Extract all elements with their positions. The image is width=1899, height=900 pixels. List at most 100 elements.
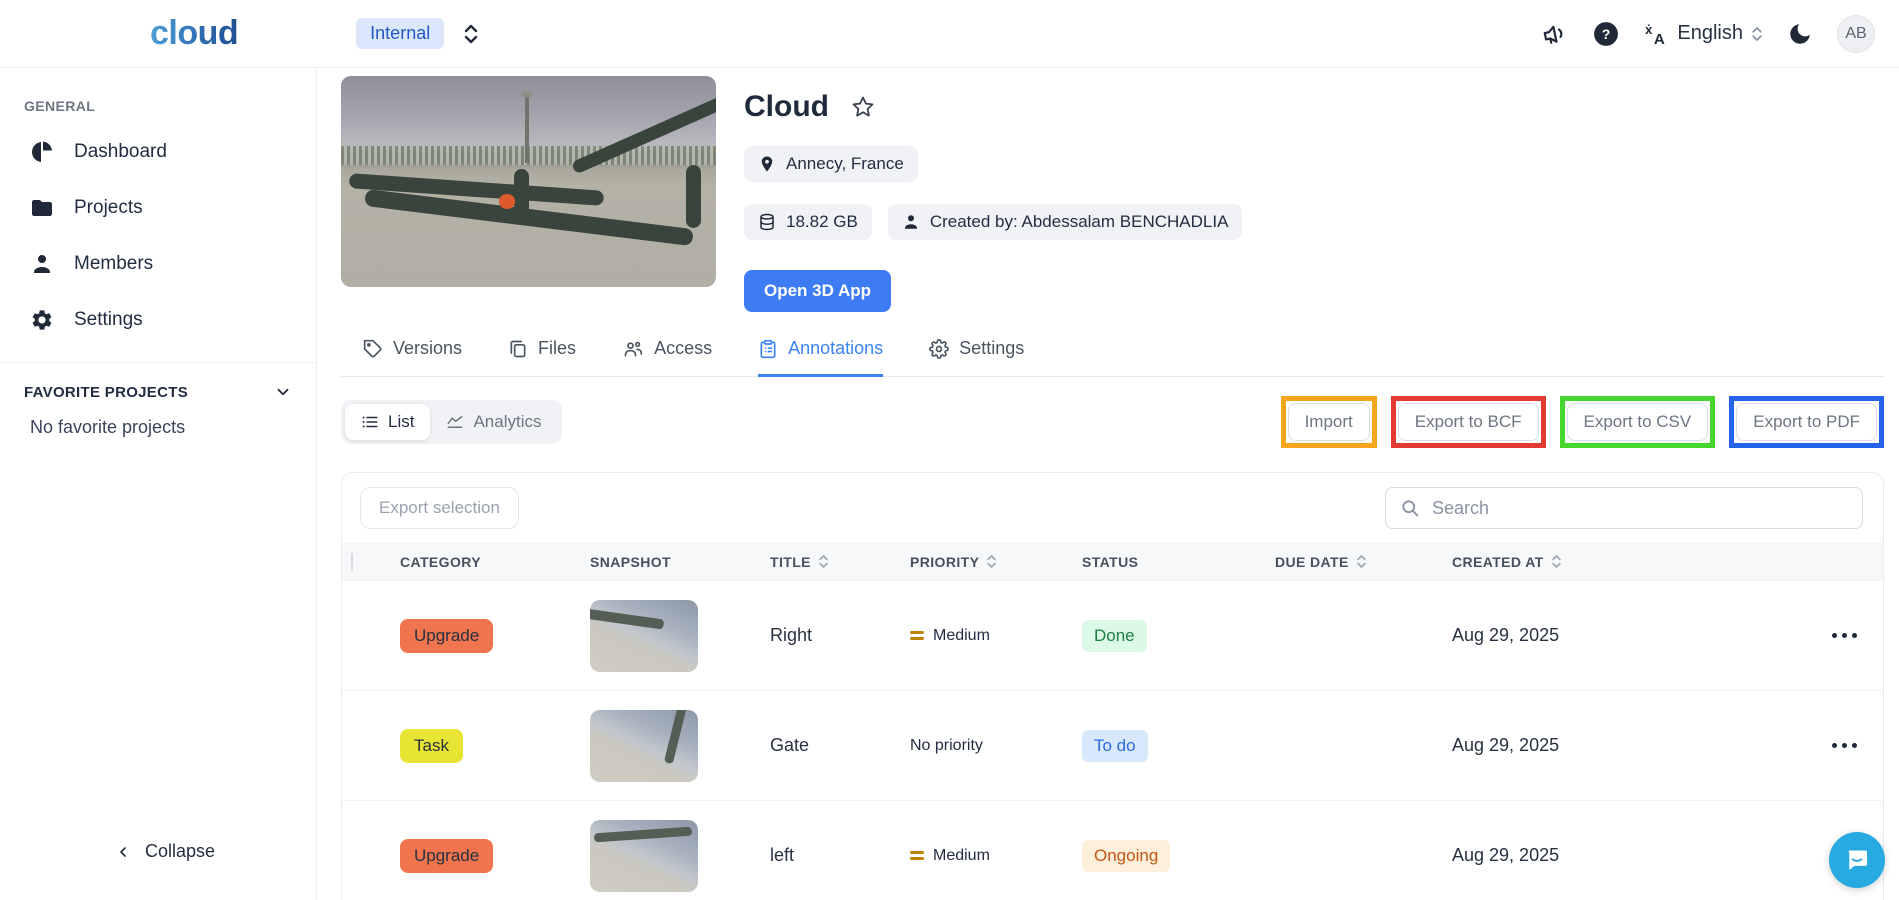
clipboard-icon [760, 339, 776, 358]
column-header-created-at[interactable]: CREATED AT [1452, 554, 1803, 570]
priority-medium-icon [910, 851, 924, 860]
sidebar-item-members[interactable]: Members [0, 236, 316, 292]
workspace-badge[interactable]: Internal [356, 18, 445, 49]
row-menu-button[interactable] [1803, 743, 1883, 748]
translate-icon: ẋA [1643, 21, 1669, 47]
table-header-row: CATEGORY SNAPSHOT TITLE PRIORITY STATUS … [342, 543, 1883, 580]
sidebar-item-dashboard[interactable]: Dashboard [0, 124, 316, 180]
tab-label: Access [654, 338, 713, 358]
table-row[interactable]: Task Gate No priority To do Aug 29, 2025 [342, 690, 1883, 800]
view-toggle-list[interactable]: List [345, 404, 431, 440]
created-by-chip: Created by: Abdessalam BENCHADLIA [887, 204, 1243, 240]
list-icon [362, 416, 378, 428]
sidebar-section-general: GENERAL [24, 98, 96, 114]
sidebar-item-settings[interactable]: Settings [0, 292, 316, 348]
svg-text:A: A [1654, 30, 1665, 46]
language-label: English [1677, 22, 1743, 44]
tab-annotations[interactable]: Annotations [758, 338, 884, 377]
app-logo: cloud [150, 14, 239, 52]
chevron-updown-icon [1752, 26, 1762, 41]
person-icon [904, 215, 917, 229]
folder-icon [32, 200, 52, 216]
table-row[interactable]: Upgrade Right Medium Done Aug 29, 2025 [342, 580, 1883, 690]
priority-cell: No priority [910, 737, 1082, 755]
favorite-projects-empty: No favorite projects [30, 417, 186, 437]
column-header-snapshot[interactable]: SNAPSHOT [590, 554, 770, 570]
people-icon [624, 341, 643, 356]
snapshot-thumbnail[interactable] [590, 819, 698, 892]
priority-label: Medium [933, 846, 990, 864]
database-icon [760, 213, 774, 231]
search-box[interactable] [1385, 487, 1863, 529]
files-icon [510, 340, 526, 357]
view-toggle-analytics[interactable]: Analytics [430, 404, 557, 440]
favorite-star-icon[interactable] [851, 95, 875, 119]
export-actions: Import Export to BCF Export to CSV Expor… [1280, 396, 1884, 448]
annotation-title: Gate [770, 735, 810, 755]
created-at-cell: Aug 29, 2025 [1452, 845, 1560, 865]
search-input[interactable] [1432, 497, 1848, 519]
column-header-due-date[interactable]: DUE DATE [1275, 554, 1452, 570]
status-badge: Ongoing [1082, 839, 1171, 872]
created-at-cell: Aug 29, 2025 [1452, 735, 1560, 755]
user-avatar[interactable]: AB [1837, 14, 1875, 53]
tab-label: Files [538, 338, 577, 358]
sidebar-collapse-button[interactable]: Collapse [0, 841, 316, 876]
select-all-checkbox[interactable] [351, 552, 353, 571]
status-badge: Done [1082, 619, 1147, 652]
project-title: Cloud [744, 90, 829, 123]
annotations-table-card: Export selection CATEGORY SNAPSHOT TITLE… [341, 472, 1884, 900]
column-header-title[interactable]: TITLE [770, 554, 910, 570]
tab-label: Settings [959, 338, 1025, 358]
priority-label: Medium [933, 626, 990, 644]
tab-versions[interactable]: Versions [363, 338, 462, 377]
open-3d-app-button[interactable]: Open 3D App [744, 270, 892, 312]
workspace-selector-chevron-icon[interactable] [458, 21, 484, 47]
announcements-megaphone-icon[interactable] [1543, 21, 1569, 47]
tab-files[interactable]: Files [508, 338, 576, 377]
export-selection-button[interactable]: Export selection [360, 487, 519, 529]
sidebar-divider [0, 362, 316, 363]
view-toggle: List Analytics [341, 400, 562, 444]
language-selector[interactable]: ẋA English [1643, 21, 1763, 47]
snapshot-thumbnail[interactable] [590, 599, 698, 672]
tab-access[interactable]: Access [622, 338, 712, 377]
chat-widget-button[interactable] [1829, 832, 1885, 888]
priority-cell: Medium [910, 627, 1082, 645]
category-badge: Upgrade [400, 618, 494, 653]
created-by-label: Created by: Abdessalam BENCHADLIA [929, 212, 1229, 231]
export-pdf-button[interactable]: Export to PDF [1736, 403, 1877, 441]
snapshot-thumbnail[interactable] [590, 709, 698, 782]
svg-text:ẋ: ẋ [1646, 22, 1654, 37]
view-toggle-label: List [388, 412, 415, 431]
help-icon[interactable]: ? [1593, 21, 1619, 47]
dark-mode-moon-icon[interactable] [1787, 21, 1813, 47]
project-thumbnail-image[interactable] [341, 76, 716, 287]
gear-icon [32, 310, 52, 330]
sidebar-item-projects[interactable]: Projects [0, 180, 316, 236]
export-bcf-button[interactable]: Export to BCF [1397, 403, 1539, 441]
sort-icon [1356, 555, 1366, 568]
column-header-category[interactable]: CATEGORY [400, 554, 590, 570]
row-menu-button[interactable] [1803, 633, 1883, 638]
category-badge: Task [400, 728, 463, 763]
annotations-toolbar: List Analytics Import Export to BCF Expo… [341, 396, 1884, 448]
table-row[interactable]: Upgrade left Medium Ongoing Aug 29, 2025 [342, 800, 1883, 900]
sidebar: GENERAL Dashboard Projects Members Setti… [0, 68, 317, 900]
view-toggle-label: Analytics [473, 412, 542, 431]
category-badge: Upgrade [400, 838, 494, 873]
storage-size-label: 18.82 GB [786, 212, 858, 231]
export-pdf-button-frame: Export to PDF [1729, 396, 1884, 448]
export-csv-button[interactable]: Export to CSV [1566, 403, 1709, 441]
chevron-left-icon [120, 846, 126, 857]
favorite-projects-header[interactable]: FAVORITE PROJECTS [0, 383, 316, 401]
annotation-title: Right [770, 625, 813, 645]
sidebar-item-label: Dashboard [74, 141, 167, 162]
project-tabs: Versions Files Access Annotations Settin… [341, 338, 1884, 377]
analytics-icon [447, 416, 463, 428]
import-button[interactable]: Import [1287, 403, 1370, 441]
column-header-status[interactable]: STATUS [1082, 554, 1275, 570]
location-label: Annecy, France [786, 154, 904, 173]
column-header-priority[interactable]: PRIORITY [910, 554, 1082, 570]
tab-settings[interactable]: Settings [929, 338, 1024, 377]
